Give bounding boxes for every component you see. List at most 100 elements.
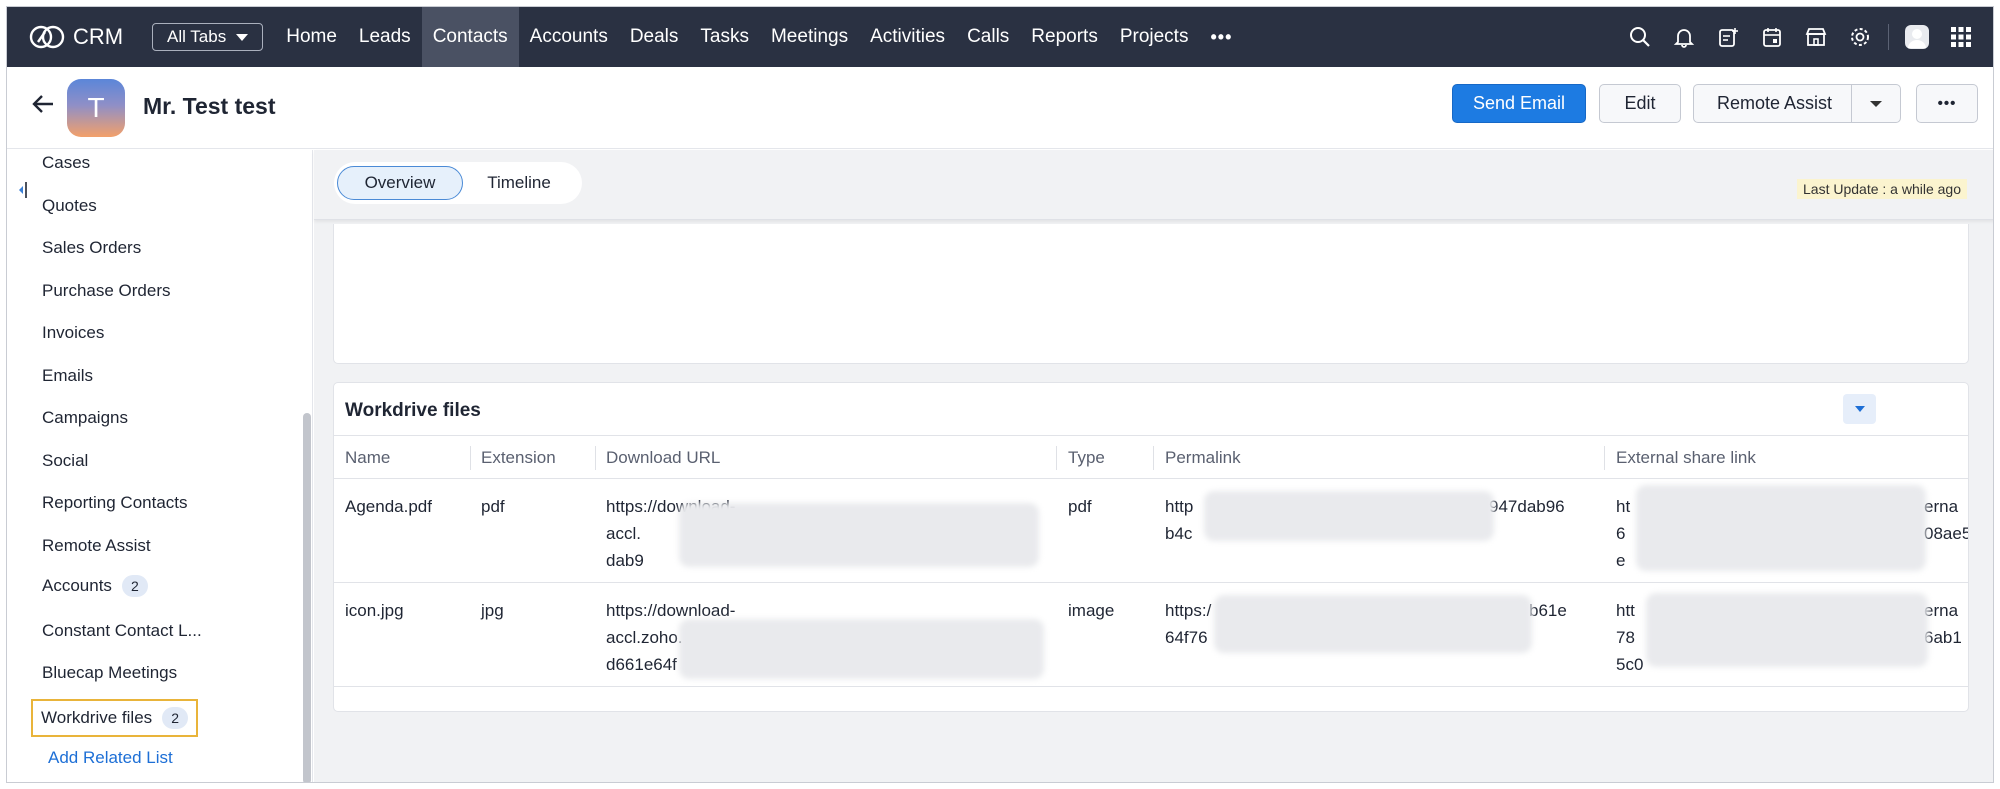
- cell-type: pdf: [1068, 497, 1092, 516]
- sidebar-item-bluecap-meetings[interactable]: Bluecap Meetings: [42, 663, 177, 683]
- tab-tasks[interactable]: Tasks: [689, 7, 760, 67]
- sidebar-item-accounts[interactable]: Accounts 2: [42, 575, 148, 597]
- tab-overview[interactable]: Overview: [337, 166, 463, 200]
- sidebar-item-cases[interactable]: Cases: [42, 153, 90, 173]
- sidebar-scrollbar[interactable]: [303, 413, 311, 782]
- sidebar-item-label: Workdrive files: [41, 708, 153, 727]
- tab-contacts[interactable]: Contacts: [421, 7, 519, 67]
- redaction-blur: [1204, 491, 1494, 541]
- count-badge: 2: [121, 575, 148, 597]
- cell-permalink[interactable]: http b4c: [1165, 493, 1193, 547]
- add-note-icon[interactable]: [1706, 7, 1750, 67]
- search-icon[interactable]: [1618, 7, 1662, 67]
- redaction-blur: [1636, 485, 1926, 571]
- record-header: T Mr. Test test Send Email Edit Remote A…: [7, 67, 1993, 149]
- calendar-icon[interactable]: [1750, 7, 1794, 67]
- table-row[interactable]: Agenda.pdf pdf https://download- accl. d…: [334, 479, 1968, 583]
- avatar-initial: T: [87, 92, 105, 123]
- url-line: erna: [1924, 497, 1959, 516]
- sidebar-item-campaigns[interactable]: Campaigns: [42, 408, 128, 428]
- section-title: Workdrive files: [345, 400, 481, 421]
- tab-home[interactable]: Home: [275, 7, 348, 67]
- tab-projects[interactable]: Projects: [1109, 7, 1200, 67]
- edit-button[interactable]: Edit: [1599, 84, 1681, 123]
- bell-icon[interactable]: [1662, 7, 1706, 67]
- url-line: 64f76: [1165, 628, 1208, 647]
- url-line: b4c: [1165, 524, 1193, 543]
- back-arrow-icon[interactable]: [31, 93, 55, 120]
- profile-avatar-icon[interactable]: [1895, 7, 1939, 67]
- column-header-extension[interactable]: Extension: [481, 448, 556, 468]
- cell-external-share-link[interactable]: ht 6 e: [1616, 493, 1630, 574]
- tab-leads[interactable]: Leads: [348, 7, 422, 67]
- sidebar-item-constant-contact[interactable]: Constant Contact L...: [42, 621, 202, 641]
- main-content: Overview Timeline Last Update : a while …: [314, 150, 1993, 782]
- settings-icon[interactable]: [1838, 7, 1882, 67]
- url-line: e: [1616, 551, 1626, 570]
- cell-permalink[interactable]: https:/ 64f76: [1165, 597, 1211, 651]
- column-divider[interactable]: [595, 446, 596, 470]
- redaction-blur: [679, 619, 1044, 679]
- more-tabs-button[interactable]: •••: [1199, 7, 1243, 67]
- tab-calls[interactable]: Calls: [956, 7, 1020, 67]
- cell-external-tail: erna 08ae5: [1924, 493, 1968, 547]
- column-header-external-share-link[interactable]: External share link: [1616, 448, 1756, 468]
- more-actions-button[interactable]: •••: [1916, 84, 1978, 123]
- column-header-type[interactable]: Type: [1068, 448, 1105, 468]
- sidebar-item-reporting-contacts[interactable]: Reporting Contacts: [42, 493, 188, 513]
- table-header: Name Extension Download URL Type Permali…: [334, 435, 1968, 479]
- url-line: 6: [1616, 524, 1626, 543]
- url-line: 5c0: [1616, 655, 1644, 674]
- sidebar-item-purchase-orders[interactable]: Purchase Orders: [42, 281, 171, 301]
- column-header-download-url[interactable]: Download URL: [606, 448, 720, 468]
- crm-logo[interactable]: CRM: [29, 24, 134, 50]
- column-header-permalink[interactable]: Permalink: [1165, 448, 1241, 468]
- column-divider[interactable]: [1604, 446, 1605, 470]
- column-divider[interactable]: [470, 446, 471, 470]
- collapse-sidebar-icon[interactable]: [17, 180, 29, 205]
- send-email-button[interactable]: Send Email: [1452, 84, 1586, 123]
- column-divider[interactable]: [1153, 446, 1154, 470]
- cell-extension: jpg: [481, 601, 504, 620]
- sidebar-item-sales-orders[interactable]: Sales Orders: [42, 238, 141, 258]
- remote-assist-label: Remote Assist: [1717, 93, 1833, 113]
- sidebar-item-remote-assist[interactable]: Remote Assist: [42, 536, 151, 556]
- tab-timeline[interactable]: Timeline: [463, 166, 575, 200]
- chevron-down-icon[interactable]: [1870, 101, 1882, 107]
- count-badge: 2: [162, 707, 189, 729]
- column-header-name[interactable]: Name: [345, 448, 390, 468]
- url-line: erna: [1924, 601, 1959, 620]
- tab-reports[interactable]: Reports: [1020, 7, 1109, 67]
- previous-section-card: [333, 224, 1969, 364]
- remote-assist-split-button[interactable]: Remote Assist: [1693, 84, 1901, 123]
- tab-accounts[interactable]: Accounts: [519, 7, 619, 67]
- sidebar-item-emails[interactable]: Emails: [42, 366, 93, 386]
- all-tabs-label: All Tabs: [167, 27, 227, 46]
- chevron-down-icon: [236, 33, 249, 41]
- all-tabs-dropdown[interactable]: All Tabs: [152, 23, 264, 51]
- sidebar-item-workdrive-files[interactable]: Workdrive files 2: [31, 699, 199, 737]
- nav-utility-icons: [1618, 7, 1983, 67]
- cell-external-share-link[interactable]: htt 78 5c0: [1616, 597, 1643, 678]
- section-collapse-button[interactable]: [1843, 394, 1876, 424]
- table-row[interactable]: icon.jpg jpg https://download- accl.zoho…: [334, 583, 1968, 687]
- tab-meetings[interactable]: Meetings: [760, 7, 859, 67]
- tab-activities[interactable]: Activities: [859, 7, 956, 67]
- redaction-blur: [1646, 593, 1928, 667]
- sidebar-item-social[interactable]: Social: [42, 451, 88, 471]
- apps-grid-icon[interactable]: [1939, 7, 1983, 67]
- nav-divider: [1888, 24, 1889, 50]
- add-related-list-link[interactable]: Add Related List: [48, 748, 173, 768]
- marketplace-icon[interactable]: [1794, 7, 1838, 67]
- column-divider[interactable]: [1056, 446, 1057, 470]
- sidebar-item-invoices[interactable]: Invoices: [42, 323, 104, 343]
- view-toggle: Overview Timeline: [334, 162, 582, 204]
- tab-deals[interactable]: Deals: [619, 7, 690, 67]
- sidebar-item-label: Constant Contact L...: [42, 621, 202, 640]
- sidebar-item-label: Accounts: [42, 576, 112, 595]
- url-line: 78: [1616, 628, 1635, 647]
- sidebar-item-quotes[interactable]: Quotes: [42, 196, 97, 216]
- chevron-down-icon: [1854, 406, 1865, 412]
- record-title: Mr. Test test: [143, 93, 276, 119]
- cell-permalink-tail: 947dab96: [1489, 497, 1565, 516]
